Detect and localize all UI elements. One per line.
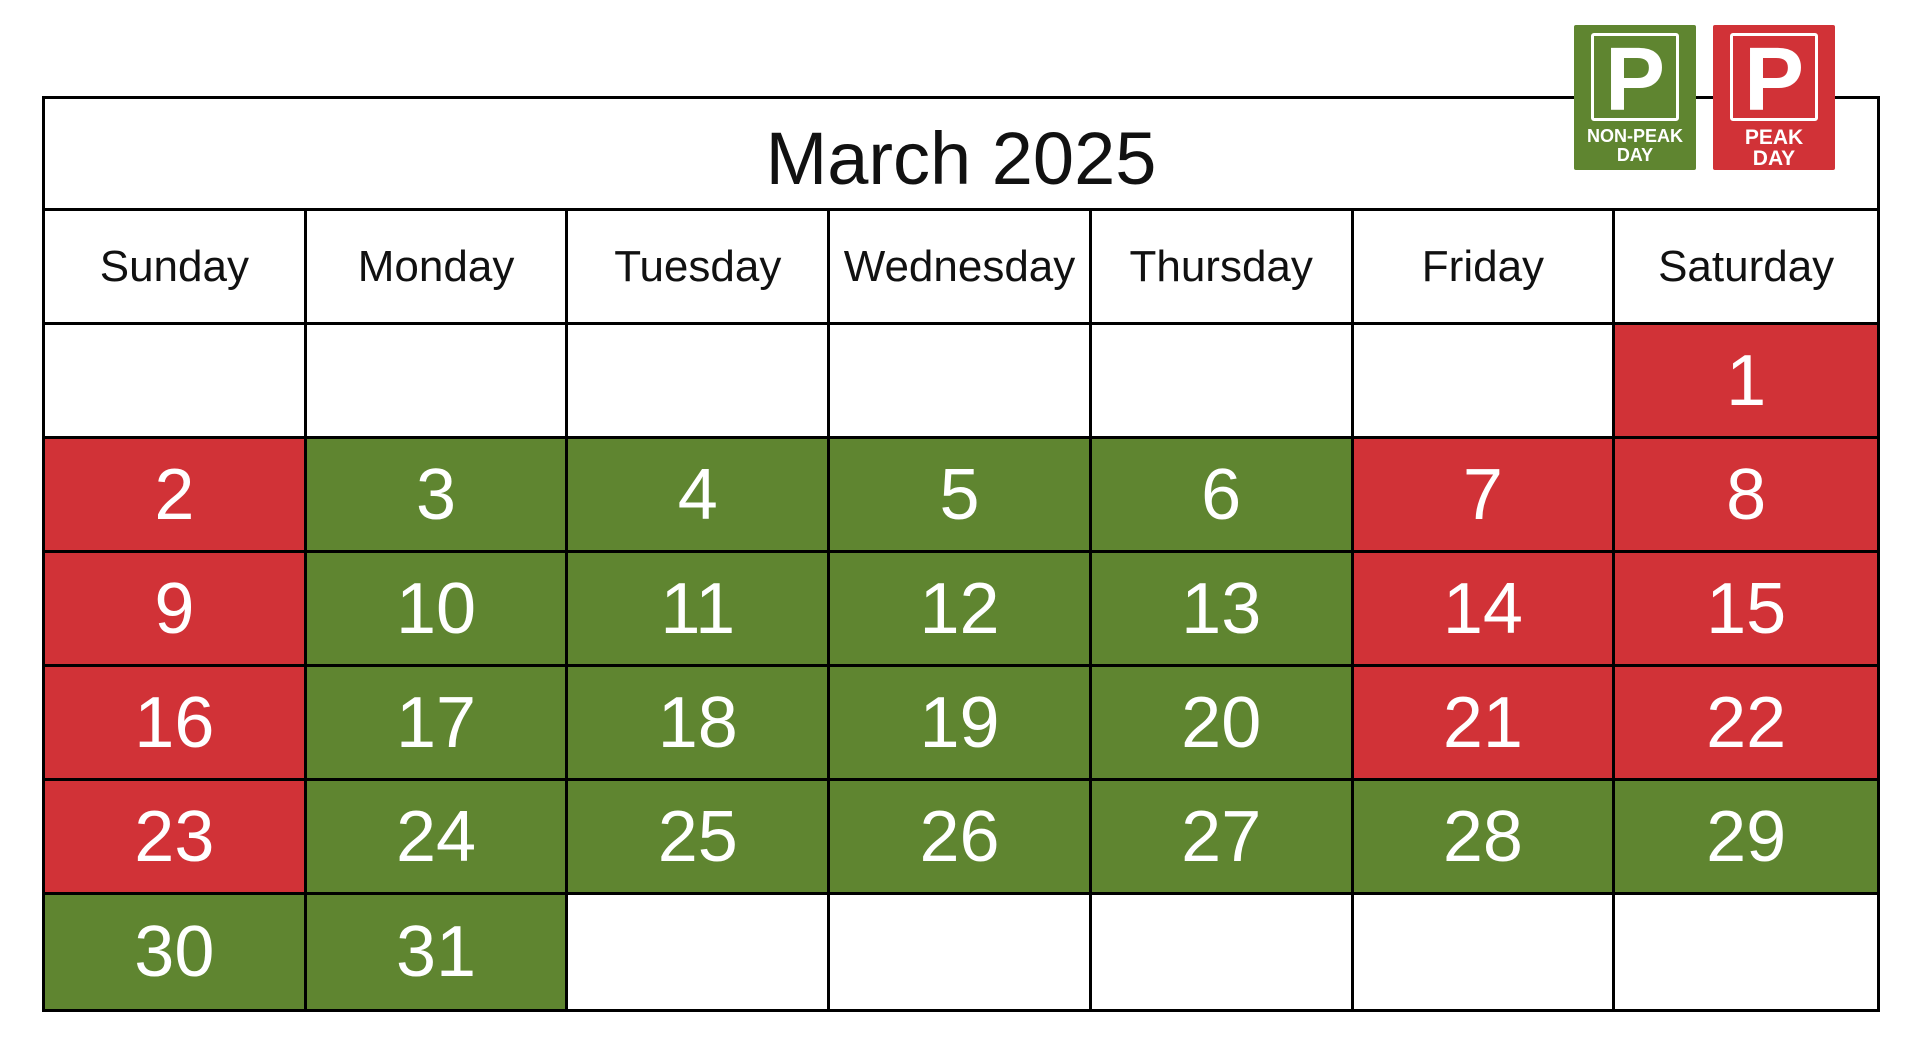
weekday-header: Friday <box>1353 211 1616 325</box>
day-cell-23: 23 <box>45 781 307 895</box>
day-cell-14: 14 <box>1353 553 1616 667</box>
day-cell-2: 2 <box>45 439 307 553</box>
empty-cell <box>1353 325 1616 439</box>
day-cell-29: 29 <box>1615 781 1877 895</box>
legend-peak-day: P PEAK DAY <box>1713 25 1835 170</box>
legend-label: NON-PEAK DAY <box>1586 126 1683 165</box>
day-cell-21: 21 <box>1353 667 1616 781</box>
empty-cell <box>306 325 569 439</box>
day-cell-3: 3 <box>306 439 569 553</box>
day-cell-6: 6 <box>1091 439 1354 553</box>
day-cell-31: 31 <box>306 895 569 1009</box>
weekday-header: Monday <box>306 211 569 325</box>
day-cell-9: 9 <box>45 553 307 667</box>
empty-cell <box>45 325 307 439</box>
day-cell-15: 15 <box>1615 553 1877 667</box>
day-cell-25: 25 <box>568 781 831 895</box>
day-cell-1: 1 <box>1615 325 1877 439</box>
day-cell-20: 20 <box>1091 667 1354 781</box>
calendar: March 2025 Sunday Monday Tuesday Wednesday T… <box>42 96 1880 1012</box>
day-cell-18: 18 <box>568 667 831 781</box>
empty-cell <box>1091 325 1354 439</box>
day-cell-16: 16 <box>45 667 307 781</box>
empty-cell <box>830 325 1092 439</box>
day-cell-12: 12 <box>830 553 1092 667</box>
weekday-header: Thursday <box>1091 211 1354 325</box>
day-cell-5: 5 <box>830 439 1092 553</box>
day-cell-17: 17 <box>306 667 569 781</box>
day-cell-26: 26 <box>830 781 1092 895</box>
weekday-header: Saturday <box>1615 211 1877 325</box>
empty-cell <box>1354 895 1616 1009</box>
day-cell-30: 30 <box>45 895 307 1009</box>
empty-cell <box>1092 895 1354 1009</box>
parking-icon: P <box>1591 33 1679 125</box>
empty-cell <box>568 895 831 1009</box>
day-cell-8: 8 <box>1615 439 1877 553</box>
legend-non-peak-day: P NON-PEAK DAY <box>1574 25 1696 170</box>
weekday-header: Tuesday <box>568 211 831 325</box>
empty-cell <box>830 895 1092 1009</box>
day-cell-13: 13 <box>1091 553 1354 667</box>
weekday-header: Sunday <box>45 211 307 325</box>
day-cell-11: 11 <box>568 553 831 667</box>
day-cell-28: 28 <box>1353 781 1616 895</box>
day-cell-22: 22 <box>1615 667 1877 781</box>
day-cell-24: 24 <box>306 781 569 895</box>
empty-cell <box>1615 895 1877 1009</box>
weekday-header: Wednesday <box>830 211 1092 325</box>
empty-cell <box>568 325 831 439</box>
legend-label: PEAK DAY <box>1744 126 1804 170</box>
day-cell-10: 10 <box>306 553 569 667</box>
day-cell-19: 19 <box>830 667 1092 781</box>
parking-icon: P <box>1730 33 1818 125</box>
calendar-grid: Sunday Monday Tuesday Wednesday Thursday Frid… <box>45 211 1877 1009</box>
day-cell-7: 7 <box>1353 439 1616 553</box>
day-cell-27: 27 <box>1091 781 1354 895</box>
day-cell-4: 4 <box>568 439 831 553</box>
